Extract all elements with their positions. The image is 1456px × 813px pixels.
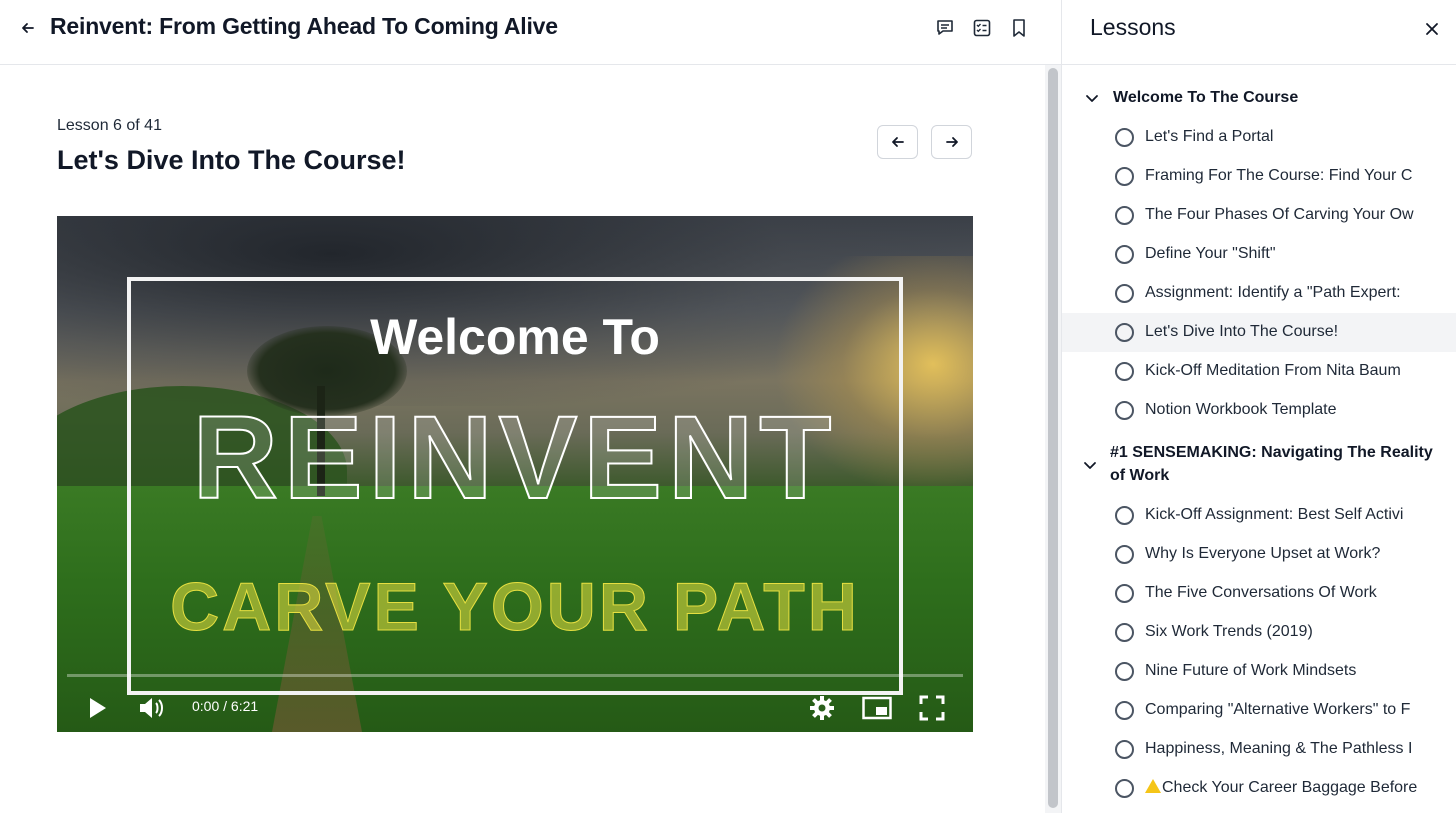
lesson-item[interactable]: Notion Workbook Template	[1062, 391, 1456, 430]
video-progress-bar[interactable]	[67, 674, 963, 677]
incomplete-circle-icon	[1115, 284, 1134, 303]
video-controls: 0:00 / 6:21	[57, 682, 973, 732]
lesson-label: Comparing "Alternative Workers" to F	[1145, 701, 1411, 718]
bookmark-button[interactable]	[1005, 14, 1033, 42]
warning-icon	[1145, 779, 1161, 793]
lesson-label: Let's Dive Into The Course!	[1145, 323, 1339, 340]
lesson-item[interactable]: Why Is Everyone Upset at Work?	[1062, 535, 1456, 574]
incomplete-circle-icon	[1115, 545, 1134, 564]
lesson-item[interactable]: Framing For The Course: Find Your C	[1062, 157, 1456, 196]
incomplete-circle-icon	[1115, 779, 1134, 798]
section-sensemaking[interactable]: #1 SENSEMAKING: Navigating The Reality o…	[1062, 441, 1456, 489]
sidebar-title: Lessons	[1090, 14, 1176, 40]
lesson-item[interactable]: Kick-Off Meditation From Nita Baum	[1062, 352, 1456, 391]
arrow-left-icon	[891, 137, 904, 147]
settings-button[interactable]	[804, 690, 840, 726]
lesson-counter: Lesson 6 of 41	[57, 117, 162, 134]
volume-button[interactable]	[134, 690, 170, 726]
lesson-label: The Four Phases Of Carving Your Ow	[1145, 206, 1414, 223]
lesson-label: Notion Workbook Template	[1145, 401, 1337, 418]
incomplete-circle-icon	[1115, 701, 1134, 720]
incomplete-circle-icon	[1115, 740, 1134, 759]
lesson-item[interactable]: Happiness, Meaning & The Pathless I	[1062, 730, 1456, 769]
video-title-welcome: Welcome To	[370, 309, 660, 365]
chevron-down-icon	[1084, 462, 1096, 469]
chevron-down-icon	[1086, 95, 1098, 102]
previous-lesson-button[interactable]	[877, 125, 918, 159]
incomplete-circle-icon	[1115, 206, 1134, 225]
lesson-label: Happiness, Meaning & The Pathless I	[1145, 740, 1413, 757]
sidebar-header: Lessons	[1062, 0, 1456, 65]
volume-icon	[140, 698, 163, 718]
lesson-item[interactable]: Assignment: Identify a "Path Expert:	[1062, 274, 1456, 313]
incomplete-circle-icon	[1115, 623, 1134, 642]
incomplete-circle-icon	[1115, 245, 1134, 264]
arrow-right-icon	[945, 137, 958, 147]
lesson-label: Define Your "Shift"	[1145, 245, 1276, 262]
notes-button[interactable]	[968, 14, 996, 42]
lessons-sidebar: Lessons Welcome To The Course Let's Find…	[1061, 0, 1456, 813]
lesson-item[interactable]: Kick-Off Assignment: Best Self Activi	[1062, 496, 1456, 535]
incomplete-circle-icon	[1115, 584, 1134, 603]
lesson-item[interactable]: Define Your "Shift"	[1062, 235, 1456, 274]
lesson-item[interactable]: Six Work Trends (2019)	[1062, 613, 1456, 652]
lesson-content: Lesson 6 of 41 Let's Dive Into The Cours…	[0, 65, 1045, 813]
section-label: Welcome To The Course	[1113, 89, 1299, 106]
bookmark-icon	[1013, 19, 1025, 37]
comments-button[interactable]	[931, 14, 959, 42]
lesson-label: Let's Find a Portal	[1145, 128, 1274, 145]
lesson-label: Kick-Off Assignment: Best Self Activi	[1145, 506, 1404, 523]
lesson-item[interactable]: The Five Conversations Of Work	[1062, 574, 1456, 613]
miniplayer-button[interactable]	[859, 690, 895, 726]
incomplete-circle-icon	[1115, 362, 1134, 381]
play-button[interactable]	[79, 690, 115, 726]
lesson-label-with-warning: Check Your Career Baggage Before	[1145, 779, 1417, 797]
incomplete-circle-icon	[1115, 401, 1134, 420]
lesson-item[interactable]: Let's Find a Portal	[1062, 118, 1456, 157]
lesson-item[interactable]: The Four Phases Of Carving Your Ow	[1062, 196, 1456, 235]
incomplete-circle-icon	[1115, 662, 1134, 681]
video-time: 0:00 / 6:21	[192, 698, 259, 714]
settings-icon	[810, 696, 834, 720]
fullscreen-button[interactable]	[914, 690, 950, 726]
main-panel: Reinvent: From Getting Ahead To Coming A…	[0, 0, 1061, 813]
top-bar: Reinvent: From Getting Ahead To Coming A…	[0, 0, 1061, 65]
lesson-label: Kick-Off Meditation From Nita Baum	[1145, 362, 1401, 379]
app: Reinvent: From Getting Ahead To Coming A…	[0, 0, 1456, 813]
checklist-icon	[973, 19, 991, 37]
video-title-carve: CARVE YOUR PATH	[170, 569, 860, 646]
lesson-label: Check Your Career Baggage Before	[1162, 779, 1418, 796]
lesson-item-active[interactable]: Let's Dive Into The Course!	[1062, 313, 1456, 352]
incomplete-circle-icon	[1115, 323, 1134, 342]
play-icon	[90, 698, 106, 718]
lesson-label: Framing For The Course: Find Your C	[1145, 167, 1413, 184]
section-welcome[interactable]: Welcome To The Course	[1062, 86, 1456, 110]
lesson-label: Six Work Trends (2019)	[1145, 623, 1313, 640]
arrow-left-icon	[22, 23, 34, 33]
lesson-item[interactable]: Comparing "Alternative Workers" to F	[1062, 691, 1456, 730]
close-sidebar-button[interactable]	[1419, 16, 1445, 42]
incomplete-circle-icon	[1115, 167, 1134, 186]
lesson-label: Assignment: Identify a "Path Expert:	[1145, 284, 1401, 301]
miniplayer-icon	[862, 696, 892, 720]
lesson-label: Why Is Everyone Upset at Work?	[1145, 545, 1381, 562]
back-button[interactable]	[14, 14, 42, 42]
course-title: Reinvent: From Getting Ahead To Coming A…	[50, 13, 558, 39]
lesson-label: The Five Conversations Of Work	[1145, 584, 1377, 601]
main-scrollbar-thumb[interactable]	[1048, 68, 1058, 808]
video-player[interactable]: Welcome To REINVENT CARVE YOUR PATH 0:00…	[57, 216, 973, 732]
lesson-item[interactable]: Check Your Career Baggage Before	[1062, 769, 1456, 808]
lesson-item[interactable]: Nine Future of Work Mindsets	[1062, 652, 1456, 691]
lesson-title: Let's Dive Into The Course!	[57, 145, 406, 175]
video-title-reinvent: REINVENT	[192, 391, 838, 525]
next-lesson-button[interactable]	[931, 125, 972, 159]
incomplete-circle-icon	[1115, 128, 1134, 147]
fullscreen-icon	[919, 695, 945, 721]
incomplete-circle-icon	[1115, 506, 1134, 525]
close-icon	[1426, 23, 1438, 35]
section-label: #1 SENSEMAKING: Navigating The Reality o…	[1110, 444, 1433, 484]
main-scrollbar[interactable]	[1045, 65, 1061, 813]
lesson-label: Nine Future of Work Mindsets	[1145, 662, 1357, 679]
comment-icon	[937, 20, 953, 35]
